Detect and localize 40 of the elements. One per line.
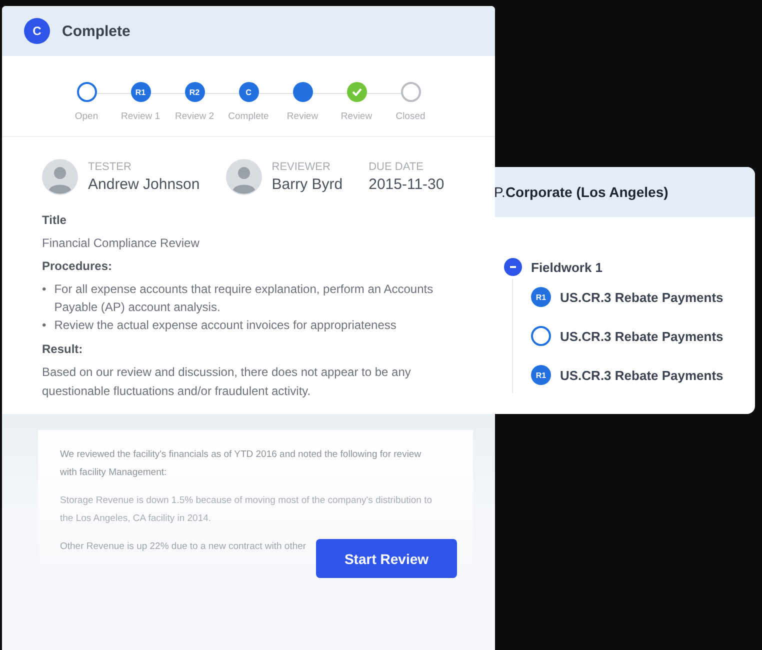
- role-label: DUE DATE: [368, 161, 424, 173]
- step-marker: R2: [184, 82, 204, 102]
- procedure-item: For all expense accounts that require explanation, perform an Accounts Payable (AP) account analysis.: [54, 281, 434, 316]
- status-marker: R1: [531, 287, 551, 307]
- document-paragraph: Other Revenue is up 22% due to a new contract with other: [60, 540, 308, 554]
- procedure-item: Review the actual expense account invoices for appropriateness: [54, 317, 396, 334]
- step-marker: R1: [130, 82, 150, 102]
- step-label: Review 1: [120, 111, 160, 122]
- person-name: Barry Byrd: [272, 176, 343, 193]
- bullet-marker: •: [42, 281, 46, 298]
- role-label: REVIEWER: [272, 161, 332, 173]
- start-review-button[interactable]: Start Review: [316, 539, 457, 578]
- step-label: Review: [286, 111, 318, 122]
- step-marker: C: [238, 82, 258, 102]
- tree-item[interactable]: Fieldwork 1: [531, 260, 603, 274]
- section-heading: Title: [42, 213, 68, 227]
- person-name: 2015-11-30: [368, 176, 444, 193]
- tree-item[interactable]: US.CR.3 Rebate Payments: [560, 328, 724, 344]
- avatar-placeholder: [42, 159, 78, 195]
- section-heading: Procedures:: [42, 259, 114, 273]
- tree-item[interactable]: US.CR.3 Rebate Payments: [560, 368, 724, 382]
- step-label: Review 2: [174, 111, 214, 122]
- section-heading: Result:: [42, 342, 84, 356]
- document-paragraph: Storage Revenue is down 1.5% because of moving most of the company's distribution to the Los Angeles, CA facility in 2014.: [60, 494, 433, 526]
- status-marker: R1: [531, 365, 551, 385]
- tree-item[interactable]: US.CR.3 Rebate Payments: [560, 290, 724, 304]
- result-text: Based on our review and discussion, there does not appear to be any questionable fluctuations and/or fraudulent activity.: [42, 364, 412, 400]
- avatar-placeholder: [226, 159, 262, 195]
- card-title: Complete: [62, 22, 130, 40]
- title-text: Financial Compliance Review: [42, 235, 200, 252]
- collapse-icon[interactable]: [504, 258, 522, 276]
- bullet-marker: •: [42, 317, 46, 334]
- step-label: Closed: [396, 111, 426, 122]
- step-label: Review: [340, 111, 372, 122]
- step-label: Complete: [228, 111, 269, 122]
- role-label: TESTER: [88, 161, 132, 173]
- status-badge: C: [24, 18, 50, 44]
- step-label: Open: [74, 111, 98, 122]
- document-paragraph: We reviewed the facility's financials as of YTD 2016 and noted the following for review with facility Management:: [60, 448, 422, 480]
- person-name: Andrew Johnson: [88, 176, 200, 193]
